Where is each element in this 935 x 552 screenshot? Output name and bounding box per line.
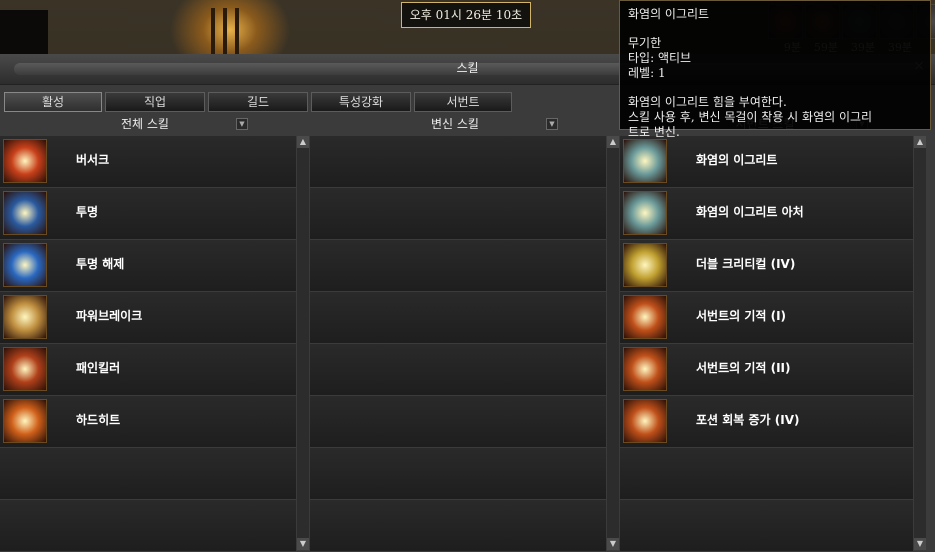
skill-slot[interactable]: 포션 회복 증가 (IV)	[620, 396, 913, 447]
tooltip-title: 화염의 이그리트	[628, 7, 710, 21]
skill-name: 더블 크리티컬 (IV)	[696, 257, 796, 271]
transform-skills-list	[310, 136, 606, 551]
tooltip-description-line3: 트로 변신.	[628, 125, 680, 139]
skill-name: 파워브레이크	[76, 309, 143, 323]
scroll-up-icon[interactable]: ▲	[297, 136, 309, 148]
all-skills-scrollbar[interactable]: ▲ ▼	[297, 136, 309, 550]
skill-name: 투명 해제	[76, 257, 125, 271]
skill-slot	[310, 188, 606, 239]
skill-slot[interactable]: 투명	[0, 188, 296, 239]
tooltip-duration: 무기한	[628, 36, 662, 50]
skill-slot	[310, 448, 606, 499]
skill-slot[interactable]: 서번트의 기적 (II)	[620, 344, 913, 395]
skill-name: 서번트의 기적 (I)	[696, 309, 787, 323]
hard-hit-icon[interactable]	[3, 399, 47, 443]
skill-name: 화염의 이그리트 아처	[696, 205, 804, 219]
skill-tabs: 활성 직업 길드 특성강화 서번트	[4, 92, 512, 112]
skill-slot[interactable]: 하드히트	[0, 396, 296, 447]
berserk-sun-icon[interactable]	[3, 139, 47, 183]
skill-slot	[0, 500, 296, 551]
tooltip-type: 타입: 액티브	[628, 51, 692, 65]
winged-shield-icon[interactable]	[623, 347, 667, 391]
tab-specialization[interactable]: 특성강화	[311, 92, 411, 112]
tab-active[interactable]: 활성	[4, 92, 102, 112]
skill-slot	[310, 396, 606, 447]
scroll-down-icon[interactable]: ▼	[297, 538, 309, 550]
skill-name: 투명	[76, 205, 99, 219]
swirl-wind-icon[interactable]	[623, 191, 667, 235]
invisibility-icon[interactable]	[3, 191, 47, 235]
skill-slot[interactable]: 더블 크리티컬 (IV)	[620, 240, 913, 291]
chevron-down-icon[interactable]: ▼	[236, 118, 248, 130]
skill-slot[interactable]: 투명 해제	[0, 240, 296, 291]
skill-name: 화염의 이그리트	[696, 153, 778, 167]
servant-skills-list: 화염의 이그리트화염의 이그리트 아처더블 크리티컬 (IV) 서번트의 기적 (…	[620, 136, 913, 551]
pain-killer-icon[interactable]	[3, 347, 47, 391]
scroll-down-icon[interactable]: ▼	[607, 538, 619, 550]
skill-name: 하드히트	[76, 413, 121, 427]
background-shadow	[0, 10, 48, 55]
all-skills-list: 버서크투명투명 해제파워브레이크패인킬러하드히트	[0, 136, 296, 551]
skill-slot	[310, 240, 606, 291]
skill-slot	[310, 136, 606, 187]
chevron-down-icon[interactable]: ▼	[546, 118, 558, 130]
skill-name: 패인킬러	[76, 361, 121, 375]
servant-skills-scrollbar[interactable]: ▲ ▼	[914, 136, 926, 550]
skill-tooltip: 화염의 이그리트 무기한 타입: 액티브 레벨: 1 화염의 이그리트 힘을 부…	[619, 0, 931, 139]
tab-guild[interactable]: 길드	[208, 92, 308, 112]
skill-slot	[310, 344, 606, 395]
skill-slot	[310, 500, 606, 551]
scroll-down-icon[interactable]: ▼	[914, 538, 926, 550]
window-light	[205, 2, 245, 56]
skill-slot[interactable]: 서번트의 기적 (I)	[620, 292, 913, 343]
skill-slot[interactable]: 화염의 이그리트 아처	[620, 188, 913, 239]
skill-slot[interactable]: 파워브레이크	[0, 292, 296, 343]
skill-name: 서번트의 기적 (II)	[696, 361, 791, 375]
tab-job[interactable]: 직업	[105, 92, 205, 112]
swirl-wind-icon[interactable]	[623, 139, 667, 183]
shield-miracle-icon[interactable]	[623, 295, 667, 339]
transform-skills-scrollbar[interactable]: ▲ ▼	[607, 136, 619, 550]
double-critical-icon[interactable]	[623, 243, 667, 287]
game-clock: 오후 01시 26분 10초	[401, 2, 531, 28]
skill-slot[interactable]: 패인킬러	[0, 344, 296, 395]
tab-servant[interactable]: 서번트	[414, 92, 512, 112]
skill-slot	[310, 292, 606, 343]
skill-slot	[620, 448, 913, 499]
tooltip-description-line2: 스킬 사용 후, 변신 목걸이 착용 시 화염의 이그리	[628, 110, 873, 124]
skill-name: 포션 회복 증가 (IV)	[696, 413, 800, 427]
power-break-icon[interactable]	[3, 295, 47, 339]
tooltip-level: 레벨: 1	[628, 66, 666, 80]
tooltip-description-line1: 화염의 이그리트 힘을 부여한다.	[628, 95, 787, 109]
scroll-up-icon[interactable]: ▲	[607, 136, 619, 148]
skill-slot	[620, 500, 913, 551]
skill-slot[interactable]: 버서크	[0, 136, 296, 187]
skill-slot	[0, 448, 296, 499]
invisibility-cancel-icon[interactable]	[3, 243, 47, 287]
potion-recovery-icon[interactable]	[623, 399, 667, 443]
skill-slot[interactable]: 화염의 이그리트	[620, 136, 913, 187]
skill-name: 버서크	[76, 153, 110, 167]
